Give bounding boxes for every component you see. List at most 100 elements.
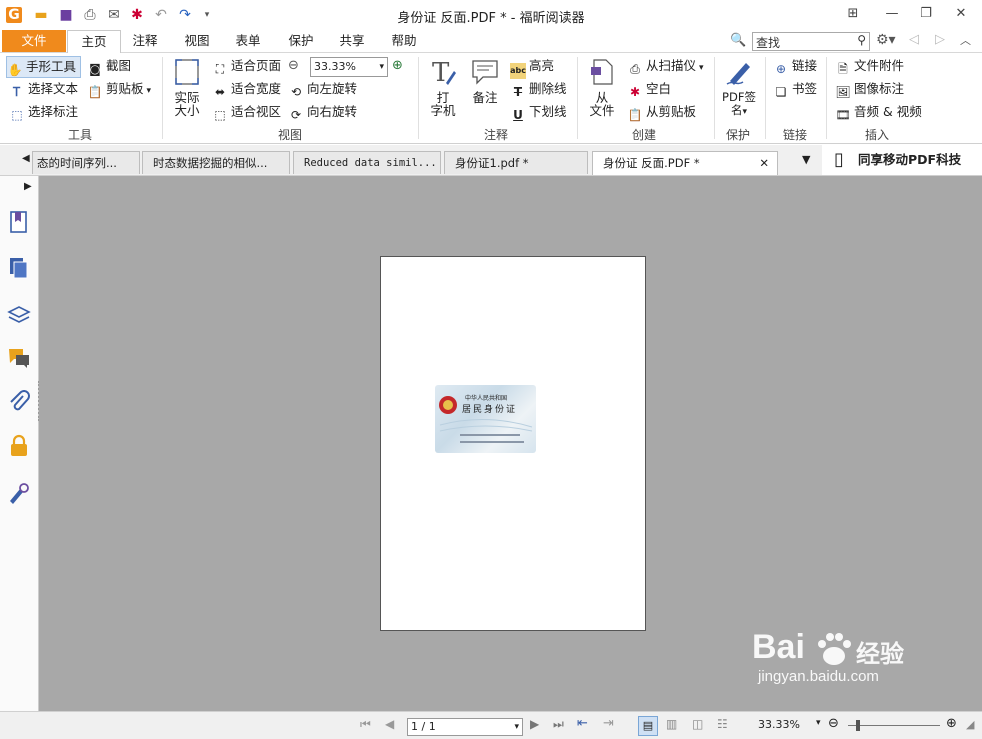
restore-button[interactable]: ❐ xyxy=(915,4,937,24)
doc-tab[interactable]: 时态数据挖掘的相似... xyxy=(142,151,290,174)
image-annotation-button[interactable]: 🖼 图像标注 xyxy=(835,79,904,99)
signature-icon[interactable] xyxy=(7,480,31,504)
highlight-button[interactable]: abc 高亮 xyxy=(510,56,555,79)
last-page-icon[interactable]: ⏭ xyxy=(553,717,564,732)
settings-gear-icon[interactable]: ⚙▾ xyxy=(876,32,896,48)
image-annotation-label: 图像标注 xyxy=(854,81,905,96)
bookmarks-icon[interactable] xyxy=(7,210,31,234)
first-page-icon[interactable]: ⏮ xyxy=(360,717,371,732)
search-icon[interactable]: ⚲ xyxy=(857,33,866,47)
fullscreen-icon[interactable]: ⊞ xyxy=(842,4,864,24)
file-attachment-button[interactable]: 🗎 文件附件 xyxy=(835,56,904,76)
layers-icon[interactable] xyxy=(7,302,31,326)
page-number-input[interactable]: 1 / 1 ▾ xyxy=(407,718,523,736)
clipboard-button[interactable]: 📋 剪贴板 ▾ xyxy=(87,79,152,99)
expand-panel-icon[interactable]: ▶ xyxy=(24,181,32,192)
pdf-page[interactable]: 中华人民共和国 居民身份证 xyxy=(380,256,646,631)
zoom-in-status-icon[interactable]: ⊕ xyxy=(946,716,957,731)
back-icon[interactable]: ◁ xyxy=(909,32,919,47)
note-button[interactable]: 备注 xyxy=(468,57,502,104)
close-button[interactable]: ✕ xyxy=(950,4,972,24)
paw-logo-icon xyxy=(818,633,851,665)
doc-tab[interactable]: 身份证1.pdf * xyxy=(444,151,588,174)
watermark-brand-2: 经验 xyxy=(856,640,904,668)
from-clipboard-button[interactable]: 📋 从剪贴板 xyxy=(627,102,697,122)
audio-video-label: 音频 & 视频 xyxy=(854,104,922,119)
zoom-in-icon[interactable]: ⊕ xyxy=(392,58,403,73)
hand-tool-button[interactable]: ✋ 手形工具 xyxy=(6,56,82,78)
blank-button[interactable]: ✱ 空白 xyxy=(627,79,671,99)
select-text-button[interactable]: Ꭲ 选择文本 xyxy=(9,79,78,99)
previous-page-icon[interactable]: ◀ xyxy=(385,717,394,731)
fit-page-button[interactable]: ⛶ 适合页面 xyxy=(212,56,281,76)
find-folder-icon[interactable]: 🔍 xyxy=(730,33,746,49)
typewriter-button[interactable]: T 打 字机 xyxy=(426,57,460,117)
doc-tab-active[interactable]: 身份证 反面.PDF * ✕ xyxy=(592,151,778,175)
strikeout-button[interactable]: T 删除线 xyxy=(510,79,567,99)
from-file-icon xyxy=(591,59,613,85)
security-lock-icon[interactable] xyxy=(7,434,31,458)
rotate-right-button[interactable]: ⟳ 向右旋转 xyxy=(288,102,357,122)
pages-thumbnail-icon[interactable] xyxy=(7,256,31,280)
bookmark-button[interactable]: ❏ 书签 xyxy=(773,79,817,99)
tab-form[interactable]: 表单 xyxy=(223,30,273,52)
zoom-slider[interactable] xyxy=(848,725,940,726)
fit-width-button[interactable]: ⬌ 适合宽度 xyxy=(212,79,281,99)
bookmark-icon: ❏ xyxy=(775,85,787,99)
tab-file[interactable]: 文件 xyxy=(2,30,66,52)
search-input[interactable]: 查找 ⚲ xyxy=(752,32,870,51)
tab-protect[interactable]: 保护 xyxy=(276,30,326,52)
minimize-button[interactable]: — xyxy=(881,4,903,24)
comments-icon[interactable] xyxy=(7,346,31,370)
close-tab-icon[interactable]: ✕ xyxy=(759,152,769,174)
continuous-view-icon[interactable]: ▥ xyxy=(666,717,677,731)
doc-tab[interactable]: Reduced data simil... xyxy=(293,151,441,174)
tab-view[interactable]: 视图 xyxy=(172,30,222,52)
from-file-button[interactable]: 从 文件 xyxy=(585,57,619,117)
from-file-label-2: 文件 xyxy=(589,103,615,118)
audio-video-button[interactable]: 🎞 音频 & 视频 xyxy=(835,102,922,122)
zoom-slider-handle[interactable] xyxy=(856,720,860,731)
strikeout-label: 删除线 xyxy=(529,81,567,96)
typewriter-icon: T xyxy=(432,58,456,87)
tab-comment[interactable]: 注释 xyxy=(120,30,170,52)
link-button[interactable]: ⊕ 链接 xyxy=(773,56,817,76)
attachments-paperclip-icon[interactable] xyxy=(7,390,31,414)
collapse-ribbon-icon[interactable]: ︿ xyxy=(960,32,971,48)
zoom-level-dropdown-icon[interactable]: ▾ xyxy=(816,718,821,728)
select-annotation-button[interactable]: ⬚ 选择标注 xyxy=(9,102,78,122)
strikeout-icon: T xyxy=(513,85,523,99)
id-card-image: 中华人民共和国 居民身份证 xyxy=(435,385,536,453)
tabs-scroll-left-icon[interactable]: ◀ xyxy=(22,153,30,164)
zoom-out-status-icon[interactable]: ⊖ xyxy=(828,716,839,731)
rotate-left-button[interactable]: ⟲ 向左旋转 xyxy=(288,79,357,99)
next-view-icon[interactable]: ⇥ xyxy=(603,716,614,731)
forward-icon[interactable]: ▷ xyxy=(935,32,945,47)
previous-view-icon[interactable]: ⇤ xyxy=(577,716,588,731)
zoom-out-icon[interactable]: ⊖ xyxy=(288,58,299,73)
document-tabs: ◀ 态的时间序列... 时态数据挖掘的相似... Reduced data si… xyxy=(0,145,982,176)
underline-button[interactable]: U 下划线 xyxy=(510,102,566,122)
single-page-view-icon[interactable]: ▤ xyxy=(638,716,658,736)
next-page-icon[interactable]: ▶ xyxy=(530,717,539,731)
resize-grip-icon[interactable]: ◢ xyxy=(966,718,974,731)
zoom-level[interactable]: 33.33% xyxy=(758,718,800,731)
page-dropdown-icon: ▾ xyxy=(514,722,519,732)
tab-share[interactable]: 共享 xyxy=(327,30,377,52)
fit-visible-button[interactable]: ⬚ 适合视区 xyxy=(212,102,281,122)
snapshot-button[interactable]: ◙ 截图 xyxy=(87,56,131,76)
ribbon-panel: ✋ 手形工具 Ꭲ 选择文本 ⬚ 选择标注 ◙ 截图 📋 剪贴板 ▾ 工具 实际 大小 ⛶ 适合… xyxy=(0,53,982,144)
facing-view-icon[interactable]: ◫ xyxy=(692,717,703,731)
zoom-select[interactable]: 33.33% ▾ xyxy=(310,57,388,77)
group-divider xyxy=(826,57,827,139)
tab-home[interactable]: 主页 xyxy=(67,30,121,54)
continuous-facing-icon[interactable]: ☷ xyxy=(717,717,728,731)
from-scanner-button[interactable]: ⎙ 从扫描仪 ▾ xyxy=(627,56,703,76)
mobile-promo[interactable]: ▯ 同享移动PDF科技 xyxy=(822,145,982,175)
doc-tab[interactable]: 态的时间序列... xyxy=(32,151,140,174)
actual-size-button[interactable]: 实际 大小 xyxy=(170,57,204,117)
tab-help[interactable]: 帮助 xyxy=(379,30,429,52)
pdf-sign-button[interactable]: PDF签 名▾ xyxy=(719,57,759,119)
tabs-dropdown-icon[interactable]: ▼ xyxy=(802,153,810,166)
highlight-label: 高亮 xyxy=(529,58,555,73)
